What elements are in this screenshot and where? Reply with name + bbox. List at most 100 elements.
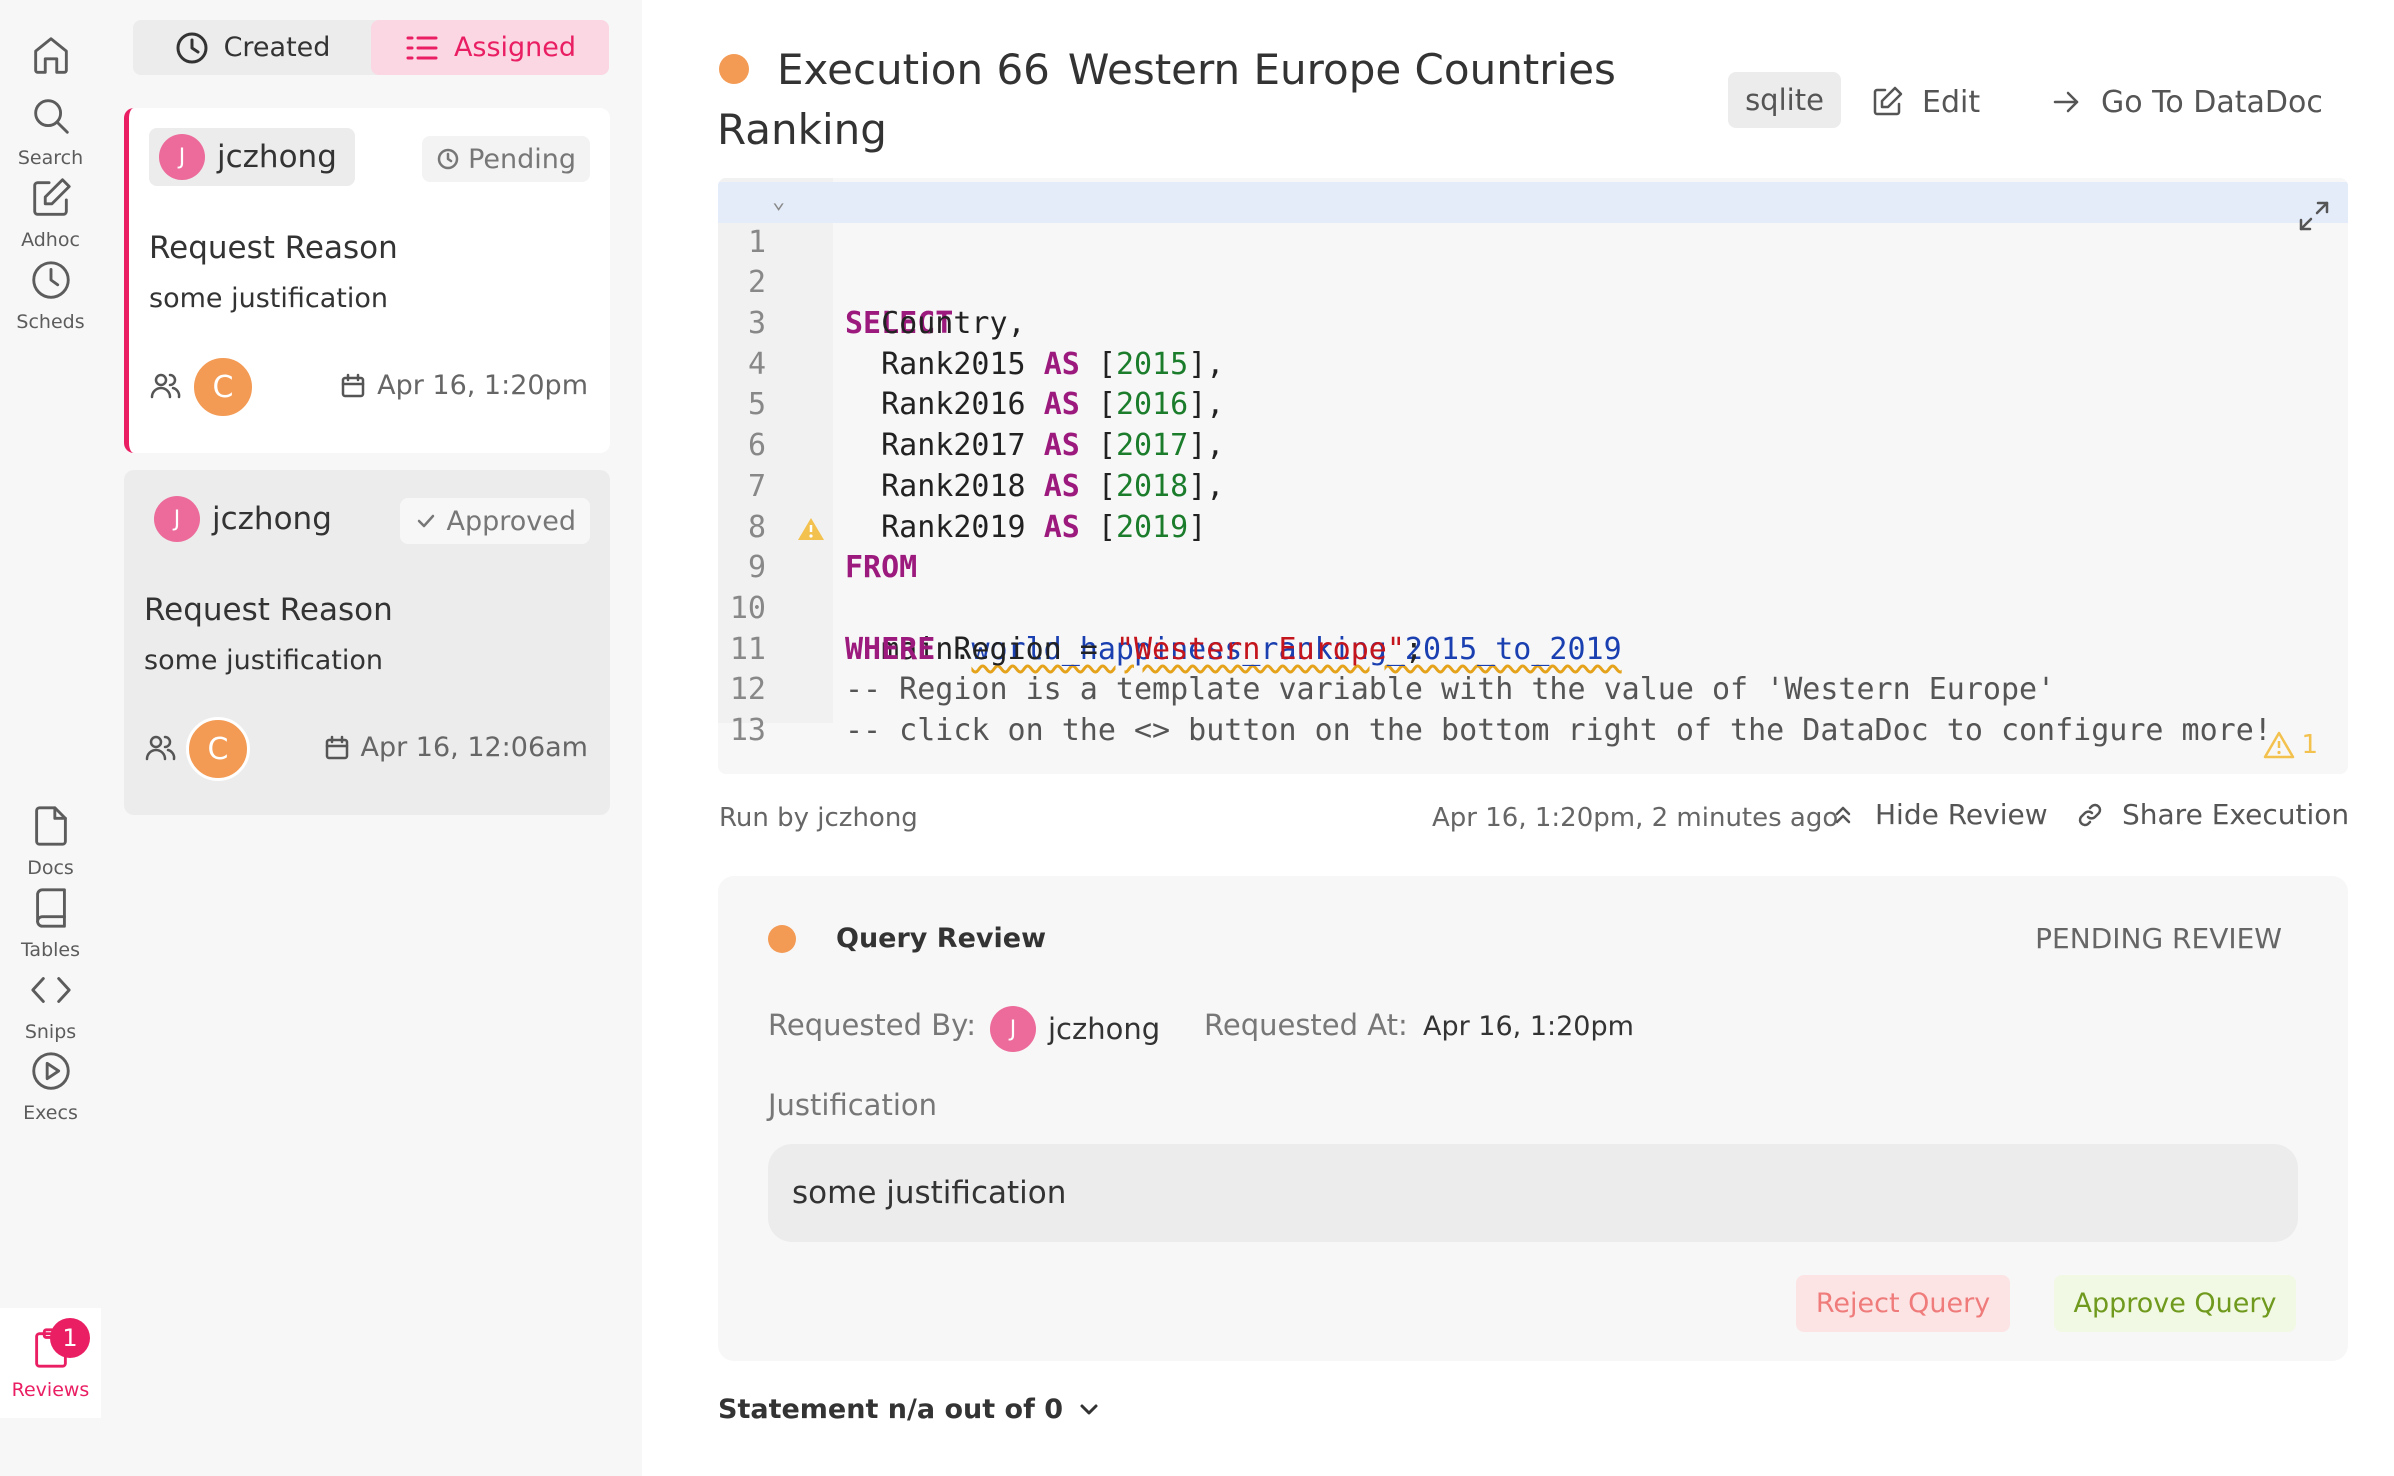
statement-selector[interactable]: Statement n/a out of 0	[718, 1394, 1103, 1425]
code-line: 10 WHERE Region = "Western Europe";	[718, 548, 2348, 667]
code-line: 12 -- click on the <> button on the bott…	[718, 630, 2348, 748]
reject-query-button[interactable]: Reject Query	[1796, 1275, 2010, 1332]
go-to-datadoc-button[interactable]: Go To DataDoc	[2049, 80, 2323, 124]
app-window: Search Adhoc Scheds Docs Tables Snips Ex…	[0, 0, 2394, 1476]
fold-chevron-icon[interactable]: ⌄	[772, 182, 785, 223]
expand-icon[interactable]	[2296, 198, 2332, 234]
status-badge: Approved	[400, 498, 590, 544]
clock-icon	[31, 261, 70, 299]
users-icon	[150, 373, 181, 399]
status-label: Approved	[446, 505, 576, 537]
avatar: J	[159, 134, 205, 180]
users-icon	[145, 735, 176, 761]
clock-icon	[176, 32, 208, 63]
run-time: Apr 16, 1:20pm, 2 minutes ago	[1432, 803, 1839, 833]
avatar: J	[990, 1006, 1036, 1052]
code-line: 1 ⌄ SELECT	[718, 182, 2348, 341]
code-line: 7 Rank2019 AS [2019]	[718, 426, 2348, 545]
avatar: J	[154, 496, 200, 542]
code-comment: -- click on the <> button on the bottom …	[845, 712, 2272, 748]
status-badge: Pending	[422, 136, 590, 182]
requested-by-label: Requested By:	[768, 1008, 976, 1042]
side-nav: Search Adhoc Scheds Docs Tables Snips Ex…	[0, 0, 101, 1476]
query-review-panel: Query Review PENDING REVIEW Requested By…	[718, 876, 2348, 1361]
hide-review-button[interactable]: Hide Review	[1829, 798, 2048, 831]
justification-label: Justification	[768, 1088, 938, 1122]
card-title: Request Reason	[144, 592, 393, 628]
tab-assigned-label: Assigned	[453, 32, 577, 63]
reviewer-avatar: C	[191, 355, 255, 419]
card-date-text: Apr 16, 12:06am	[360, 732, 588, 763]
nav-scheds[interactable]: Scheds	[0, 240, 101, 350]
code-line: 13	[718, 670, 2348, 748]
requested-at: Apr 16, 1:20pm	[1423, 1011, 1634, 1042]
code-line: 6 Rank2018 AS [2018],	[718, 385, 2348, 504]
card-date: Apr 16, 12:06am	[323, 732, 588, 763]
nav-execs[interactable]: Execs	[0, 1031, 101, 1141]
page-title: Execution 66 Western Europe Countries Ran…	[717, 40, 1637, 160]
card-date-text: Apr 16, 1:20pm	[377, 370, 588, 401]
chevrons-up-icon	[1835, 806, 1851, 823]
list-icon	[406, 36, 438, 59]
review-card[interactable]: J jczhong Pending Request Reason some ju…	[124, 108, 610, 453]
reviewer-avatar: C	[186, 717, 250, 781]
tab-assigned[interactable]: Assigned	[371, 20, 609, 75]
document-icon	[34, 806, 67, 846]
code-line: 3 Rank2015 AS [2015],	[718, 263, 2348, 382]
chevron-down-icon	[1080, 1404, 1098, 1414]
nav-scheds-label: Scheds	[16, 311, 85, 333]
status-label: Pending	[468, 143, 576, 175]
nav-reviews[interactable]: 1 Reviews	[0, 1308, 101, 1418]
justification-text: some justification	[768, 1144, 2298, 1242]
share-execution-button[interactable]: Share Execution	[2076, 798, 2349, 831]
code-line: 11 -- Region is a template variable with…	[718, 589, 2348, 708]
review-tabs: Created Assigned	[133, 20, 609, 75]
review-card[interactable]: J jczhong Approved Request Reason some j…	[124, 470, 610, 815]
statement-label: Statement n/a out of 0	[718, 1394, 1064, 1425]
requester-name: jczhong	[1048, 1012, 1161, 1046]
user-name: jczhong	[212, 501, 332, 537]
card-text: some justification	[144, 645, 383, 676]
share-execution-label: Share Execution	[2122, 798, 2350, 831]
user-name: jczhong	[217, 139, 337, 175]
go-to-datadoc-label: Go To DataDoc	[2101, 84, 2323, 120]
arrow-right-icon	[2053, 91, 2079, 113]
warning-count-text: 1	[2301, 730, 2318, 760]
warning-icon	[798, 517, 824, 540]
code-line: 9 main.world_happiness_ranking_2015_to_2…	[718, 508, 2348, 667]
card-date: Apr 16, 1:20pm	[339, 370, 588, 401]
review-status-dot	[768, 925, 796, 953]
search-icon	[33, 99, 69, 134]
edit-button[interactable]: Edit	[1870, 80, 1980, 124]
code-line: 8 FROM	[718, 467, 2348, 586]
code-line: 5 Rank2017 AS [2017],	[718, 345, 2348, 463]
approve-query-button[interactable]: Approve Query	[2054, 1275, 2296, 1332]
nav-execs-label: Execs	[23, 1102, 78, 1124]
engine-tag: sqlite	[1728, 72, 1841, 128]
link-icon	[2078, 803, 2102, 826]
tab-created-label: Created	[223, 32, 331, 63]
code-icon	[30, 977, 71, 1003]
code-line: 4 Rank2016 AS [2016],	[718, 304, 2348, 423]
review-title: Query Review	[836, 923, 1047, 954]
line-number: 13	[729, 712, 766, 748]
card-title: Request Reason	[149, 230, 398, 266]
play-circle-icon	[31, 1052, 70, 1090]
edit-icon	[1873, 86, 1903, 116]
query-editor[interactable]: 1 ⌄ SELECT 2 Country, 3 Rank2015 AS [201…	[718, 178, 2348, 774]
requested-at-label: Requested At:	[1204, 1008, 1408, 1042]
check-icon	[418, 514, 435, 528]
requester: J jczhong	[990, 1006, 1160, 1052]
edit-icon	[32, 178, 71, 216]
tab-created[interactable]: Created	[133, 20, 371, 75]
nav-reviews-label: Reviews	[11, 1379, 90, 1401]
execution-id: Execution 66	[777, 45, 1050, 94]
card-text: some justification	[149, 283, 388, 314]
code-line: 2 Country,	[718, 223, 2348, 341]
user-chip: J jczhong	[144, 490, 350, 548]
book-icon	[35, 888, 66, 928]
warning-count[interactable]: 1	[2263, 730, 2318, 760]
run-by: Run by jczhong	[719, 803, 918, 833]
code-lines: 1 ⌄ SELECT 2 Country, 3 Rank2015 AS [201…	[718, 182, 2348, 748]
warning-icon	[2264, 731, 2295, 759]
